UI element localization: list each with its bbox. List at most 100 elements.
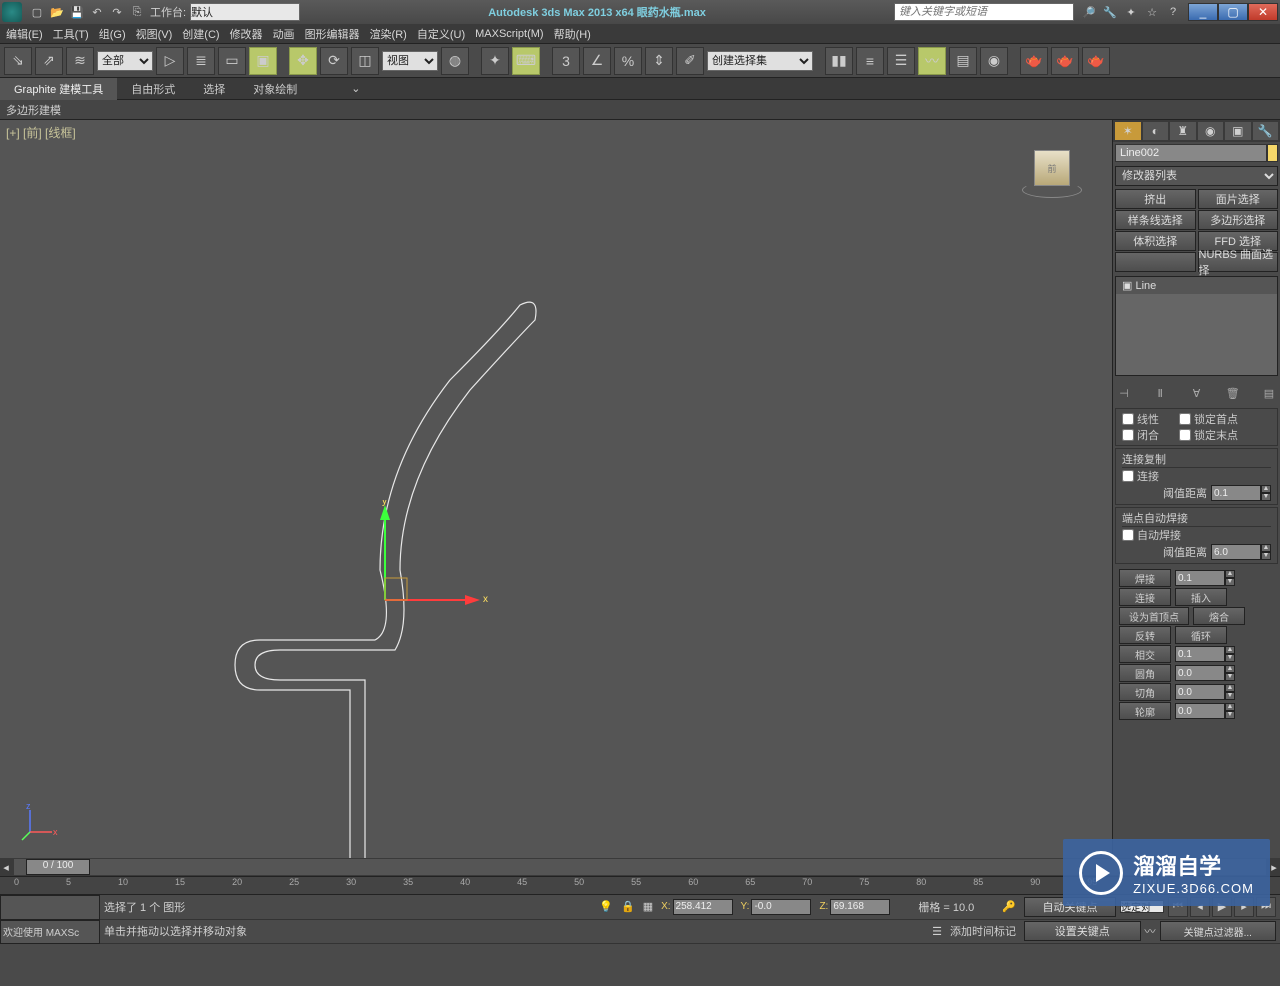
percent-snap-button[interactable]: %: [614, 47, 642, 75]
help-icon[interactable]: ?: [1164, 3, 1182, 21]
tab-hierarchy-icon[interactable]: ♜: [1170, 122, 1196, 140]
menu-create[interactable]: 创建(C): [182, 26, 219, 42]
weld-input[interactable]: [1175, 570, 1225, 586]
setkey-button[interactable]: 设置关键点: [1024, 921, 1141, 941]
btn-cycle[interactable]: 循环: [1175, 626, 1227, 644]
save-icon[interactable]: 💾: [68, 3, 86, 21]
time-tag-icon[interactable]: ☰: [932, 925, 942, 938]
tab-freeform[interactable]: 自由形式: [117, 78, 189, 100]
script-box[interactable]: [0, 895, 100, 920]
lightbulb-icon[interactable]: 💡: [599, 900, 613, 913]
schematic-button[interactable]: ▤: [949, 47, 977, 75]
timeline-left-icon[interactable]: ◂: [0, 861, 12, 874]
tab-utilities-icon[interactable]: 🔧: [1253, 122, 1279, 140]
show-end-icon[interactable]: Ⅱ: [1151, 384, 1169, 402]
window-maximize-button[interactable]: ▢: [1218, 3, 1248, 21]
menu-animation[interactable]: 动画: [273, 26, 295, 42]
unlink-button[interactable]: ⇗: [35, 47, 63, 75]
tab-objectpaint[interactable]: 对象绘制: [239, 78, 311, 100]
menu-group[interactable]: 组(G): [99, 26, 126, 42]
coord-z-input[interactable]: [830, 899, 890, 915]
tab-graphite[interactable]: Graphite 建模工具: [0, 78, 117, 100]
bind-spacewarp-button[interactable]: ≋: [66, 47, 94, 75]
btn-fuse[interactable]: 熔合: [1193, 607, 1245, 625]
chk-lock-last[interactable]: 锁定末点: [1179, 427, 1238, 443]
viewport[interactable]: [+] [前] [线框] 前 y x z x: [0, 120, 1112, 858]
align-button[interactable]: ≡: [856, 47, 884, 75]
btn-vol-select[interactable]: 体积选择: [1115, 231, 1196, 251]
tab-selection[interactable]: 选择: [189, 78, 239, 100]
menu-grapheditors[interactable]: 图形编辑器: [305, 26, 360, 42]
make-unique-icon[interactable]: ∀: [1188, 384, 1206, 402]
menu-tools[interactable]: 工具(T): [53, 26, 89, 42]
keyboard-shortcut-button[interactable]: ⌨: [512, 47, 540, 75]
rotate-button[interactable]: ⟳: [320, 47, 348, 75]
spinner-snap-button[interactable]: ⇕: [645, 47, 673, 75]
btn-connect2[interactable]: 连接: [1119, 588, 1171, 606]
star-icon[interactable]: ☆: [1143, 3, 1161, 21]
menu-help[interactable]: 帮助(H): [554, 26, 591, 42]
btn-patch-select[interactable]: 面片选择: [1198, 189, 1279, 209]
spline-object[interactable]: [0, 120, 1112, 858]
ref-coord-select[interactable]: 视图: [382, 51, 438, 71]
modifier-list-select[interactable]: 修改器列表: [1115, 166, 1278, 186]
modifier-stack[interactable]: ▣ Line: [1115, 276, 1278, 376]
tab-display-icon[interactable]: ▣: [1225, 122, 1251, 140]
selection-filter-select[interactable]: 全部: [97, 51, 153, 71]
window-crossing-button[interactable]: ▣: [249, 47, 277, 75]
btn-make-first[interactable]: 设为首顶点: [1119, 607, 1189, 625]
menu-modifiers[interactable]: 修改器: [230, 26, 263, 42]
btn-insert[interactable]: 插入: [1175, 588, 1227, 606]
btn-nurbs-select[interactable]: NURBS 曲面选择: [1198, 252, 1279, 272]
mirror-button[interactable]: ▮▮: [825, 47, 853, 75]
chamfer-input[interactable]: [1175, 684, 1225, 700]
ribbon-expand-icon[interactable]: ⌄: [351, 82, 360, 95]
isolate-icon[interactable]: ▦: [643, 900, 653, 913]
new-icon[interactable]: ▢: [28, 3, 46, 21]
stack-item-line[interactable]: ▣ Line: [1116, 277, 1277, 294]
select-by-name-button[interactable]: ≣: [187, 47, 215, 75]
pin-stack-icon[interactable]: ⊣: [1115, 384, 1133, 402]
named-selection-select[interactable]: 创建选择集: [707, 51, 813, 71]
btn-outline[interactable]: 轮廓: [1119, 702, 1171, 720]
tab-create-icon[interactable]: ✶: [1115, 122, 1141, 140]
btn-spline-select[interactable]: 样条线选择: [1115, 210, 1196, 230]
menu-views[interactable]: 视图(V): [136, 26, 173, 42]
remove-mod-icon[interactable]: 🗑: [1224, 384, 1242, 402]
move-button[interactable]: ✥: [289, 47, 317, 75]
chk-auto-weld[interactable]: 自动焊接: [1122, 527, 1271, 543]
open-icon[interactable]: 📂: [48, 3, 66, 21]
key-filter-button[interactable]: 关键点过滤器...: [1160, 921, 1277, 941]
crossins-input[interactable]: [1175, 646, 1225, 662]
snap-toggle-button[interactable]: 3: [552, 47, 580, 75]
btn-poly-select[interactable]: 多边形选择: [1198, 210, 1279, 230]
configure-icon[interactable]: ▤: [1260, 384, 1278, 402]
binoculars-icon[interactable]: 🔎: [1080, 3, 1098, 21]
material-editor-button[interactable]: ◉: [980, 47, 1008, 75]
thresh-dist-input[interactable]: [1211, 485, 1261, 501]
btn-weld[interactable]: 焊接: [1119, 569, 1171, 587]
thresh-dist2-input[interactable]: [1211, 544, 1261, 560]
add-time-tag[interactable]: 添加时间标记: [950, 923, 1016, 939]
chk-lock-first[interactable]: 锁定首点: [1179, 411, 1238, 427]
window-close-button[interactable]: ✕: [1248, 3, 1278, 21]
outline-input[interactable]: [1175, 703, 1225, 719]
btn-extrude[interactable]: 挤出: [1115, 189, 1196, 209]
menu-edit[interactable]: 编辑(E): [6, 26, 43, 42]
curve-editor-button[interactable]: 〰: [918, 47, 946, 75]
chk-connect[interactable]: 连接: [1122, 468, 1271, 484]
spinner-down-icon[interactable]: ▼: [1261, 493, 1271, 501]
manipulate-button[interactable]: ✦: [481, 47, 509, 75]
edit-named-sel-button[interactable]: ✐: [676, 47, 704, 75]
render-button[interactable]: 🫖: [1082, 47, 1110, 75]
select-object-button[interactable]: ▷: [156, 47, 184, 75]
chk-closed[interactable]: 闭合: [1122, 427, 1159, 443]
render-setup-button[interactable]: 🫖: [1020, 47, 1048, 75]
layers-button[interactable]: ☰: [887, 47, 915, 75]
undo-icon[interactable]: ↶: [88, 3, 106, 21]
use-pivot-button[interactable]: ◍: [441, 47, 469, 75]
select-link-button[interactable]: ⇘: [4, 47, 32, 75]
menu-customize[interactable]: 自定义(U): [417, 26, 465, 42]
ribbon-poly-label[interactable]: 多边形建模: [6, 102, 61, 118]
coord-x-input[interactable]: [673, 899, 733, 915]
